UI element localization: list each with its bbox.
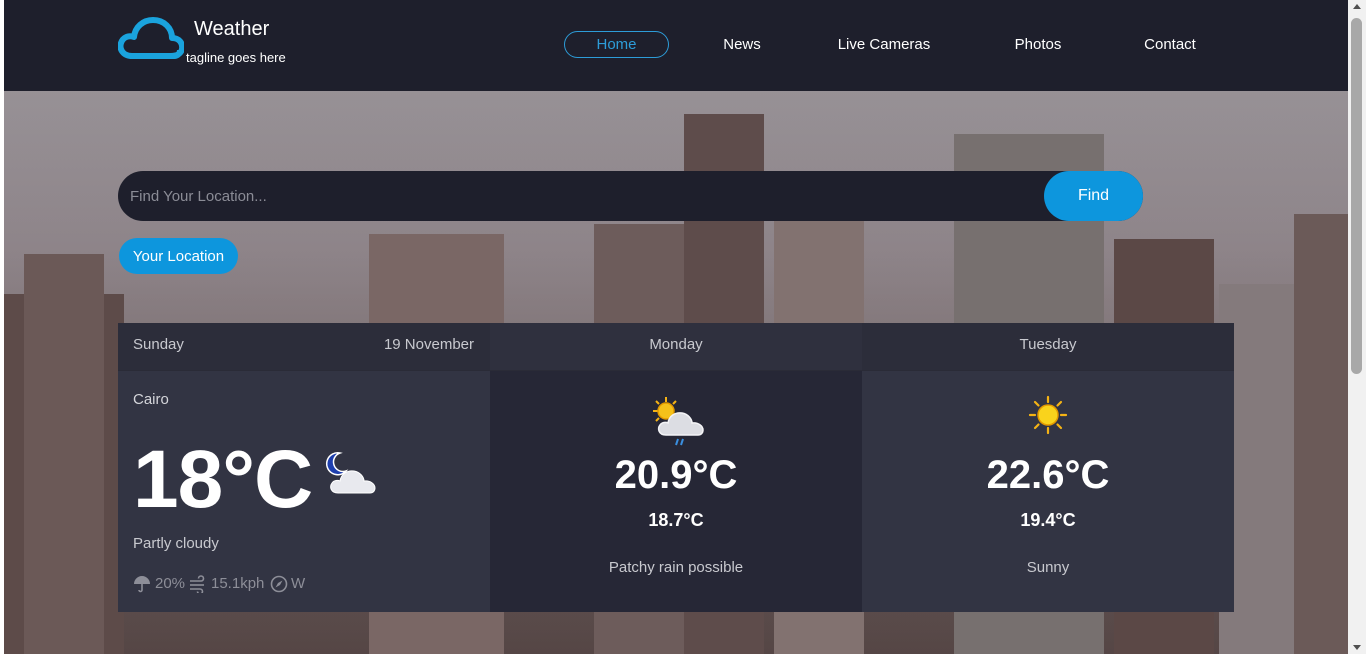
city-name: Cairo xyxy=(133,391,169,408)
nav-item-news[interactable]: News xyxy=(707,31,777,58)
scroll-up-arrow-icon[interactable] xyxy=(1353,4,1361,9)
today-card: Sunday 19 November Cairo 18°C Partly clo… xyxy=(118,323,490,612)
forecast-card-body: 20.9°C 18.7°C Patchy rain possible xyxy=(490,371,862,612)
today-card-header: Sunday 19 November xyxy=(118,323,490,371)
nav-item-live-cameras[interactable]: Live Cameras xyxy=(824,31,944,58)
forecast-card-header: Monday xyxy=(490,323,862,371)
today-date: 19 November xyxy=(383,336,474,353)
forecast-min-temp: 19.4°C xyxy=(1020,510,1076,530)
page-scrollbar[interactable] xyxy=(1348,0,1366,654)
compass-icon xyxy=(270,575,288,593)
page: Weather tagline goes here Home News Live… xyxy=(4,0,1348,654)
nav-item-contact[interactable]: Contact xyxy=(1130,31,1210,58)
scrollbar-thumb[interactable] xyxy=(1351,18,1362,374)
forecast-condition: Patchy rain possible xyxy=(608,559,744,576)
forecast-max-temp: 20.9°C xyxy=(614,453,738,497)
forecast-min-temp: 18.7°C xyxy=(648,510,704,530)
today-card-body: Cairo 18°C Partly cloudy 20% 15.1kph W xyxy=(118,371,490,612)
cloud-icon xyxy=(118,17,184,59)
your-location-button[interactable]: Your Location xyxy=(119,238,238,274)
nav-item-home[interactable]: Home xyxy=(564,31,669,58)
sun-cloud-rain-icon xyxy=(653,397,704,446)
sun-icon xyxy=(1028,395,1068,435)
forecast-max-temp: 22.6°C xyxy=(986,453,1110,497)
brand-tagline: tagline goes here xyxy=(186,50,286,65)
wind-speed: 15.1kph xyxy=(211,575,265,592)
umbrella-icon xyxy=(134,576,150,593)
forecast-day: Tuesday xyxy=(1019,336,1077,353)
forecast-card-header: Tuesday xyxy=(862,323,1234,371)
forecast-condition: Sunny xyxy=(1026,559,1070,576)
forecast-card: Tuesday 22.6°C 19.4°C Sunny xyxy=(862,323,1234,612)
current-temperature: 18°C xyxy=(133,434,313,525)
forecast-card-body: 22.6°C 19.4°C Sunny xyxy=(862,371,1234,612)
brand-title: Weather xyxy=(194,18,270,40)
partly-cloudy-night-icon xyxy=(325,452,376,494)
wind-direction: W xyxy=(291,575,306,592)
forecast-card: Monday 20.9°C 18.7°C Patchy rain possibl… xyxy=(490,323,862,612)
nav-item-photos[interactable]: Photos xyxy=(998,31,1078,58)
scroll-down-arrow-icon[interactable] xyxy=(1353,645,1361,650)
find-button[interactable]: Find xyxy=(1044,171,1143,221)
current-condition: Partly cloudy xyxy=(133,535,219,552)
main-nav: Home News Live Cameras Photos Contact xyxy=(564,31,1224,58)
forecast-panel: Sunday 19 November Cairo 18°C Partly clo… xyxy=(118,323,1234,612)
brand-logo[interactable]: Weather tagline goes here xyxy=(118,16,318,76)
today-day: Sunday xyxy=(133,336,184,353)
location-search: Find xyxy=(118,171,1143,221)
site-header: Weather tagline goes here Home News Live… xyxy=(4,0,1348,91)
forecast-day: Monday xyxy=(649,336,703,353)
rain-chance: 20% xyxy=(155,575,186,592)
wind-icon xyxy=(190,575,205,593)
search-input[interactable] xyxy=(118,171,1043,221)
